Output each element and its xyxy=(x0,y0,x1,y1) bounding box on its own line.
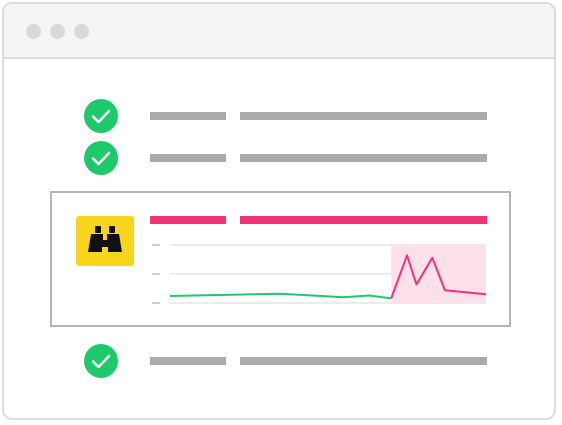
check-circle-icon xyxy=(84,141,118,175)
binoculars-icon xyxy=(76,216,134,266)
window-titlebar xyxy=(4,4,554,59)
window-close-dot[interactable] xyxy=(26,24,41,39)
window-minimize-dot[interactable] xyxy=(50,24,65,39)
row-value-placeholder xyxy=(240,112,487,120)
check-circle-icon xyxy=(84,99,118,133)
page xyxy=(0,0,562,425)
anomaly-alert-card[interactable] xyxy=(50,191,511,327)
metric-sparkline-chart xyxy=(152,244,487,304)
alert-label-placeholder xyxy=(150,216,226,224)
check-circle-icon xyxy=(84,344,118,378)
row-value-placeholder xyxy=(240,154,487,162)
row-label-placeholder xyxy=(150,112,226,120)
alert-value-placeholder xyxy=(240,216,487,224)
row-label-placeholder xyxy=(150,154,226,162)
normal-series-line xyxy=(169,292,392,300)
row-value-placeholder xyxy=(240,357,487,365)
row-label-placeholder xyxy=(150,357,226,365)
window-maximize-dot[interactable] xyxy=(74,24,89,39)
